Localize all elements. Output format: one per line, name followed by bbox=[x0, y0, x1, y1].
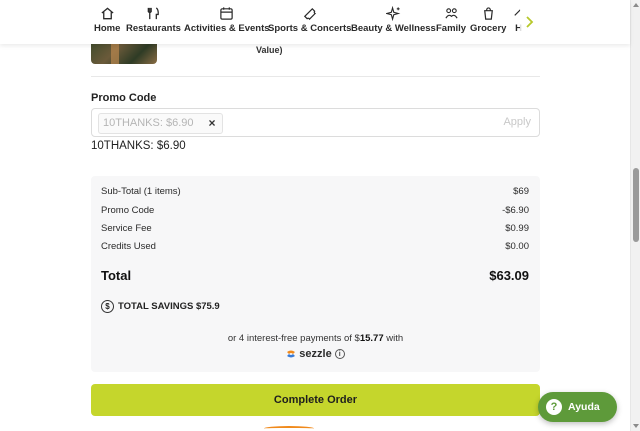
apply-button[interactable]: Apply bbox=[503, 116, 531, 128]
sezzle-prefix: or 4 interest-free payments of $ bbox=[227, 333, 360, 344]
nav-item-label: Activities & Events bbox=[184, 23, 270, 34]
nav-item-sports[interactable]: Sports & Concerts bbox=[268, 6, 351, 34]
sezzle-suffix: with bbox=[383, 333, 404, 344]
summary-value: -$6.90 bbox=[502, 205, 529, 216]
help-button[interactable]: ? Ayuda bbox=[538, 392, 617, 422]
savings-text: TOTAL SAVINGS $75.9 bbox=[118, 301, 220, 312]
summary-value: $0.00 bbox=[505, 241, 529, 252]
nav-item-family[interactable]: Family bbox=[436, 6, 466, 34]
promo-code-label: Promo Code bbox=[91, 92, 157, 104]
nav-item-restaurants[interactable]: Restaurants bbox=[126, 6, 181, 34]
nav-item-label: Family bbox=[436, 23, 467, 34]
family-icon bbox=[444, 8, 458, 19]
promo-code-chip: 10THANKS: $6.90 × bbox=[98, 113, 223, 134]
sezzle-logo-icon bbox=[287, 350, 296, 358]
summary-row-total: Total $63.09 bbox=[101, 268, 529, 283]
sezzle-installment-text: or 4 interest-free payments of $15.77 wi… bbox=[91, 333, 540, 344]
sezzle-brand-text: sezzle bbox=[299, 348, 332, 360]
nav-item-home[interactable]: Home bbox=[94, 6, 120, 34]
total-label: Total bbox=[101, 268, 132, 283]
summary-value: $0.99 bbox=[505, 223, 529, 234]
nav-item-grocery[interactable]: Grocery bbox=[470, 6, 506, 34]
nav-item-label: Beauty & Wellness bbox=[351, 23, 436, 34]
total-value: $63.09 bbox=[489, 268, 529, 283]
nav-item-label: Grocery bbox=[470, 23, 507, 34]
sezzle-logo[interactable]: sezzle i bbox=[91, 348, 540, 360]
total-savings: $ TOTAL SAVINGS $75.9 bbox=[101, 300, 220, 313]
scrollbar[interactable] bbox=[630, 0, 640, 431]
summary-label: Credits Used bbox=[101, 241, 156, 252]
order-summary: Sub-Total (1 items) $69 Promo Code -$6.9… bbox=[91, 176, 540, 372]
sparkles-icon bbox=[385, 6, 401, 21]
summary-label: Service Fee bbox=[101, 223, 152, 234]
info-icon[interactable]: i bbox=[334, 349, 345, 359]
summary-label: Promo Code bbox=[101, 205, 155, 216]
chevron-right-icon bbox=[526, 16, 534, 28]
grocery-icon bbox=[483, 7, 493, 20]
scrollbar-thumb[interactable] bbox=[633, 168, 639, 242]
summary-value: $69 bbox=[513, 186, 529, 197]
remove-promo-icon[interactable]: × bbox=[208, 114, 215, 133]
nav-item-activities[interactable]: Activities & Events bbox=[184, 6, 270, 34]
item-value-text: Value) bbox=[256, 45, 283, 55]
promo-code-input[interactable]: 10THANKS: $6.90 × Apply bbox=[91, 108, 540, 137]
summary-row-service-fee: Service Fee $0.99 bbox=[101, 223, 529, 234]
summary-row-subtotal: Sub-Total (1 items) $69 bbox=[101, 186, 529, 197]
scroll-up-arrow-icon[interactable] bbox=[633, 3, 639, 7]
complete-order-button[interactable]: Complete Order bbox=[91, 384, 540, 416]
sezzle-amount: 15.77 bbox=[359, 333, 384, 344]
nav-next-button[interactable] bbox=[520, 8, 538, 36]
summary-row-promo: Promo Code -$6.90 bbox=[101, 205, 529, 216]
fork-knife-icon bbox=[147, 7, 159, 20]
nav-item-label: Sports & Concerts bbox=[268, 23, 352, 34]
nav-item-beauty[interactable]: Beauty & Wellness bbox=[351, 6, 436, 34]
partial-logo bbox=[264, 426, 314, 431]
nav-item-label: Restaurants bbox=[126, 23, 181, 34]
question-icon: ? bbox=[546, 399, 562, 415]
summary-row-credits: Credits Used $0.00 bbox=[101, 241, 529, 252]
home-icon bbox=[101, 7, 114, 20]
promo-chip-text: 10THANKS: $6.90 bbox=[103, 117, 194, 129]
help-label: Ayuda bbox=[568, 401, 600, 413]
nav-item-label: Home bbox=[94, 23, 121, 34]
summary-label: Sub-Total (1 items) bbox=[101, 186, 181, 197]
divider bbox=[91, 76, 540, 77]
dollar-circle-icon: $ bbox=[101, 300, 114, 313]
calendar-icon bbox=[220, 7, 233, 20]
ticket-icon bbox=[304, 7, 317, 21]
category-nav: Home Restaurants Activities & Events Spo… bbox=[0, 0, 630, 44]
applied-promo-text: 10THANKS: $6.90 bbox=[91, 140, 186, 152]
scroll-down-arrow-icon[interactable] bbox=[633, 424, 639, 428]
